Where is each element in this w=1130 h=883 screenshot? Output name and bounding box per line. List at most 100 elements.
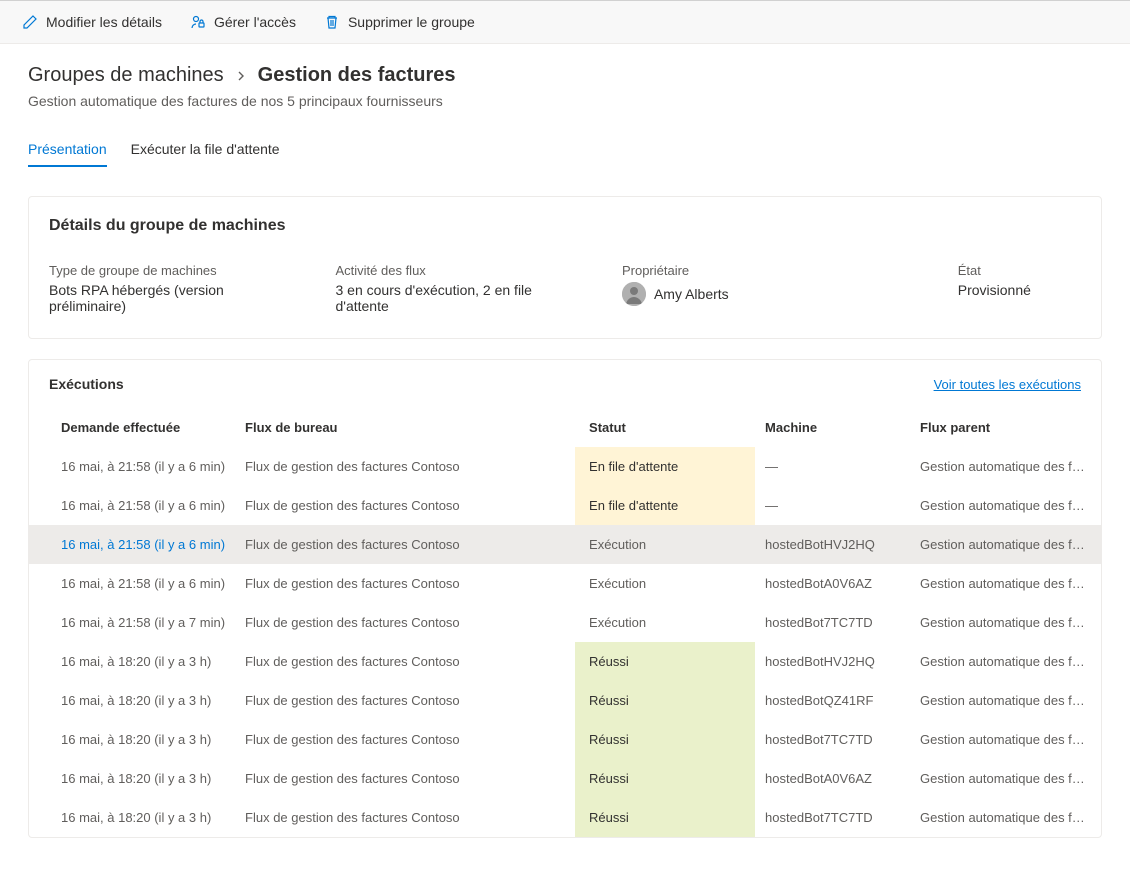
cell-parent-flow: Gestion automatique des fact... — [910, 603, 1101, 642]
cell-machine: hostedBotHVJ2HQ — [755, 525, 910, 564]
cell-status: Réussi — [575, 798, 755, 837]
col-status-header[interactable]: Statut — [575, 408, 755, 447]
detail-activity: Activité des flux 3 en cours d'exécution… — [335, 263, 581, 314]
edit-details-label: Modifier les détails — [46, 14, 162, 30]
table-row[interactable]: 16 mai, à 21:58 (il y a 7 min)Flux de ge… — [29, 603, 1101, 642]
cell-status: Réussi — [575, 642, 755, 681]
manage-access-label: Gérer l'accès — [214, 14, 296, 30]
cell-status: Exécution — [575, 525, 755, 564]
table-row[interactable]: 16 mai, à 21:58 (il y a 6 min)Flux de ge… — [29, 525, 1101, 564]
cell-machine: hostedBot7TC7TD — [755, 798, 910, 837]
cell-parent-flow: Gestion automatique des fact... — [910, 525, 1101, 564]
cell-desktop-flow: Flux de gestion des factures Contoso — [235, 564, 575, 603]
cell-status: Réussi — [575, 720, 755, 759]
detail-state: État Provisionné — [958, 263, 1081, 314]
breadcrumb: Groupes de machines Gestion des factures — [28, 64, 1102, 87]
cell-parent-flow: Gestion automatique des fact... — [910, 759, 1101, 798]
see-all-executions-link[interactable]: Voir toutes les exécutions — [934, 377, 1081, 392]
col-requested-header[interactable]: Demande effectuée — [29, 408, 235, 447]
cell-requested: 16 mai, à 21:58 (il y a 7 min) — [29, 603, 235, 642]
cell-parent-flow: Gestion automatique des fact... — [910, 681, 1101, 720]
page-subtitle: Gestion automatique des factures de nos … — [28, 93, 1102, 109]
toolbar: Modifier les détails Gérer l'accès Suppr… — [0, 0, 1130, 44]
table-row[interactable]: 16 mai, à 21:58 (il y a 6 min)Flux de ge… — [29, 486, 1101, 525]
cell-status: Réussi — [575, 681, 755, 720]
manage-access-button[interactable]: Gérer l'accès — [180, 8, 306, 36]
trash-icon — [324, 14, 340, 30]
cell-desktop-flow: Flux de gestion des factures Contoso — [235, 447, 575, 486]
cell-requested: 16 mai, à 21:58 (il y a 6 min) — [29, 486, 235, 525]
details-card: Détails du groupe de machines Type de gr… — [28, 196, 1102, 339]
chevron-right-icon — [236, 68, 246, 84]
table-row[interactable]: 16 mai, à 18:20 (il y a 3 h)Flux de gest… — [29, 798, 1101, 837]
cell-machine: — — [755, 447, 910, 486]
table-row[interactable]: 16 mai, à 18:20 (il y a 3 h)Flux de gest… — [29, 681, 1101, 720]
cell-parent-flow: Gestion automatique des fact... — [910, 798, 1101, 837]
details-card-title: Détails du groupe de machines — [49, 217, 1081, 235]
cell-desktop-flow: Flux de gestion des factures Contoso — [235, 486, 575, 525]
tab-overview[interactable]: Présentation — [28, 133, 107, 167]
cell-desktop-flow: Flux de gestion des factures Contoso — [235, 798, 575, 837]
detail-activity-value: 3 en cours d'exécution, 2 en file d'atte… — [335, 282, 581, 314]
executions-table: Demande effectuée Flux de bureau Statut … — [29, 408, 1101, 837]
cell-requested: 16 mai, à 21:58 (il y a 6 min) — [29, 525, 235, 564]
cell-machine: hostedBotA0V6AZ — [755, 564, 910, 603]
cell-desktop-flow: Flux de gestion des factures Contoso — [235, 642, 575, 681]
page-content: Groupes de machines Gestion des factures… — [0, 44, 1130, 858]
cell-status: En file d'attente — [575, 447, 755, 486]
cell-status: En file d'attente — [575, 486, 755, 525]
detail-type: Type de groupe de machines Bots RPA hébe… — [49, 263, 295, 314]
table-row[interactable]: 16 mai, à 18:20 (il y a 3 h)Flux de gest… — [29, 642, 1101, 681]
detail-owner-value: Amy Alberts — [654, 286, 729, 302]
cell-machine: hostedBot7TC7TD — [755, 720, 910, 759]
cell-machine: hostedBot7TC7TD — [755, 603, 910, 642]
cell-requested: 16 mai, à 21:58 (il y a 6 min) — [29, 447, 235, 486]
cell-requested: 16 mai, à 18:20 (il y a 3 h) — [29, 798, 235, 837]
detail-type-label: Type de groupe de machines — [49, 263, 295, 278]
executions-title: Exécutions — [49, 376, 124, 392]
cell-desktop-flow: Flux de gestion des factures Contoso — [235, 525, 575, 564]
cell-machine: hostedBotA0V6AZ — [755, 759, 910, 798]
col-machine-header[interactable]: Machine — [755, 408, 910, 447]
avatar — [622, 282, 646, 306]
cell-requested: 16 mai, à 18:20 (il y a 3 h) — [29, 681, 235, 720]
col-parent-header[interactable]: Flux parent — [910, 408, 1101, 447]
detail-type-value: Bots RPA hébergés (version préliminaire) — [49, 282, 295, 314]
edit-details-button[interactable]: Modifier les détails — [12, 8, 172, 36]
cell-parent-flow: Gestion automatique des fact... — [910, 564, 1101, 603]
cell-desktop-flow: Flux de gestion des factures Contoso — [235, 720, 575, 759]
person-lock-icon — [190, 14, 206, 30]
cell-requested: 16 mai, à 18:20 (il y a 3 h) — [29, 642, 235, 681]
cell-desktop-flow: Flux de gestion des factures Contoso — [235, 759, 575, 798]
table-header-row: Demande effectuée Flux de bureau Statut … — [29, 408, 1101, 447]
edit-icon — [22, 14, 38, 30]
detail-owner-label: Propriétaire — [622, 263, 918, 278]
cell-requested: 16 mai, à 21:58 (il y a 6 min) — [29, 564, 235, 603]
table-row[interactable]: 16 mai, à 21:58 (il y a 6 min)Flux de ge… — [29, 564, 1101, 603]
table-row[interactable]: 16 mai, à 18:20 (il y a 3 h)Flux de gest… — [29, 759, 1101, 798]
cell-machine: — — [755, 486, 910, 525]
cell-requested: 16 mai, à 18:20 (il y a 3 h) — [29, 720, 235, 759]
breadcrumb-parent[interactable]: Groupes de machines — [28, 64, 224, 87]
cell-desktop-flow: Flux de gestion des factures Contoso — [235, 603, 575, 642]
delete-group-label: Supprimer le groupe — [348, 14, 475, 30]
breadcrumb-current: Gestion des factures — [258, 64, 456, 87]
cell-parent-flow: Gestion automatique des fact... — [910, 447, 1101, 486]
detail-state-label: État — [958, 263, 1081, 278]
cell-parent-flow: Gestion automatique des fact... — [910, 720, 1101, 759]
detail-activity-label: Activité des flux — [335, 263, 581, 278]
table-row[interactable]: 16 mai, à 21:58 (il y a 6 min)Flux de ge… — [29, 447, 1101, 486]
col-flow-header[interactable]: Flux de bureau — [235, 408, 575, 447]
cell-status: Exécution — [575, 603, 755, 642]
cell-status: Réussi — [575, 759, 755, 798]
executions-card: Exécutions Voir toutes les exécutions De… — [28, 359, 1102, 838]
detail-owner: Propriétaire Amy Alberts — [622, 263, 918, 314]
cell-status: Exécution — [575, 564, 755, 603]
delete-group-button[interactable]: Supprimer le groupe — [314, 8, 485, 36]
tab-run-queue[interactable]: Exécuter la file d'attente — [131, 133, 280, 167]
cell-machine: hostedBotQZ41RF — [755, 681, 910, 720]
cell-desktop-flow: Flux de gestion des factures Contoso — [235, 681, 575, 720]
cell-parent-flow: Gestion automatique des fact... — [910, 486, 1101, 525]
cell-machine: hostedBotHVJ2HQ — [755, 642, 910, 681]
table-row[interactable]: 16 mai, à 18:20 (il y a 3 h)Flux de gest… — [29, 720, 1101, 759]
